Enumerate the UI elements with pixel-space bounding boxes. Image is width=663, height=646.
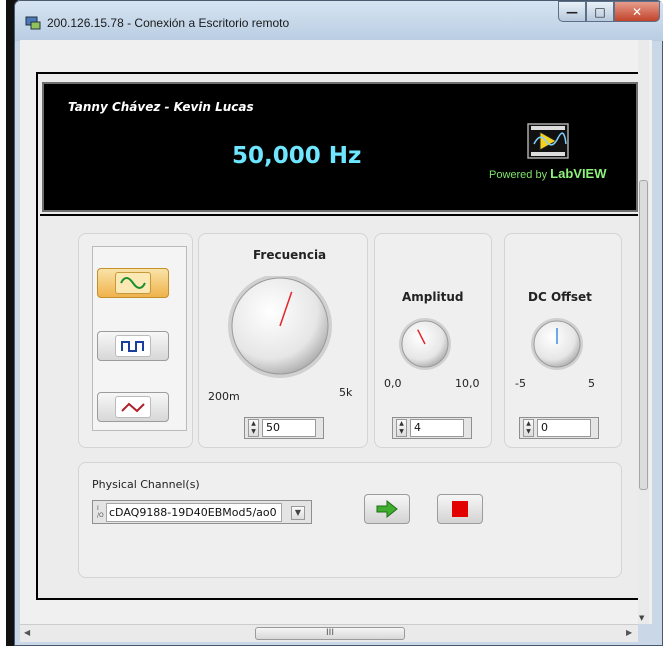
title-bar[interactable]: 200.126.15.78 - Conexión a Escritorio re…	[15, 1, 663, 41]
dc-offset-max-label: 5	[588, 377, 595, 390]
amplitud-spinner[interactable]: ▲ ▼	[396, 419, 407, 437]
close-button[interactable]: ✕	[614, 1, 660, 22]
frecuencia-title: Frecuencia	[253, 248, 327, 262]
amplitud-value[interactable]: 4	[410, 419, 464, 437]
frecuencia-knob[interactable]	[222, 276, 338, 380]
dc-offset-knob[interactable]	[529, 316, 585, 372]
dc-offset-value[interactable]: 0	[537, 419, 591, 437]
sine-wave-button[interactable]	[97, 268, 169, 298]
dc-offset-spinner[interactable]: ▲ ▼	[523, 419, 534, 437]
vertical-scroll-thumb[interactable]	[639, 180, 648, 490]
maximize-button[interactable]: □	[586, 1, 614, 22]
authors-label: Tanny Chávez - Kevin Lucas	[68, 100, 254, 114]
physical-channel-value[interactable]: cDAQ9188-19D40EBMod5/ao0	[106, 503, 282, 522]
physical-channel-label: Physical Channel(s)	[92, 478, 200, 491]
window-title: 200.126.15.78 - Conexión a Escritorio re…	[47, 16, 290, 30]
dc-offset-title: DC Offset	[528, 290, 592, 304]
amplitud-title: Amplitud	[402, 290, 464, 304]
sine-wave-icon	[120, 277, 146, 289]
run-arrow-icon	[376, 500, 398, 518]
dc-offset-min-label: -5	[515, 377, 526, 390]
stop-button[interactable]	[437, 494, 483, 524]
physical-channel-select[interactable]: I/O cDAQ9188-19D40EBMod5/ao0 ▼	[92, 500, 312, 524]
banner-divider	[40, 214, 640, 216]
remote-desktop-icon	[25, 16, 41, 30]
horizontal-scrollbar[interactable]: ◀ III ▶	[20, 624, 638, 642]
frecuencia-numeric[interactable]: ▲ ▼ 50	[244, 417, 324, 439]
io-icon: I/O	[97, 505, 104, 519]
powered-by-label: Powered by LabVIEW	[489, 166, 607, 181]
frecuencia-min-label: 200m	[208, 390, 240, 403]
triangle-wave-icon	[121, 402, 145, 413]
triangle-wave-button[interactable]	[97, 392, 169, 422]
dc-offset-numeric[interactable]: ▲ ▼ 0	[519, 417, 599, 439]
frecuencia-value[interactable]: 50	[262, 419, 316, 437]
run-button[interactable]	[364, 494, 410, 524]
frecuencia-spinner[interactable]: ▲ ▼	[248, 419, 259, 437]
frequency-readout: 50,000 Hz	[232, 143, 362, 169]
scroll-left-arrow-icon[interactable]: ◀	[24, 628, 30, 637]
amplitud-numeric[interactable]: ▲ ▼ 4	[392, 417, 472, 439]
amplitud-max-label: 10,0	[455, 377, 480, 390]
square-wave-icon	[121, 341, 144, 352]
frecuencia-max-label: 5k	[339, 386, 353, 399]
labview-brand: LabVIEW	[550, 166, 607, 181]
stop-icon	[452, 501, 468, 517]
amplitud-knob[interactable]	[397, 316, 453, 372]
scroll-right-arrow-icon[interactable]: ▶	[626, 628, 632, 637]
labview-logo-icon	[527, 123, 569, 159]
horizontal-scroll-thumb[interactable]: III	[255, 627, 405, 640]
square-wave-button[interactable]	[97, 331, 169, 361]
chevron-down-icon[interactable]: ▼	[291, 506, 305, 520]
minimize-button[interactable]: —	[558, 1, 586, 22]
vertical-scrollbar[interactable]: ▼	[638, 40, 649, 624]
scroll-down-arrow-icon[interactable]: ▼	[639, 614, 644, 622]
amplitud-min-label: 0,0	[384, 377, 402, 390]
